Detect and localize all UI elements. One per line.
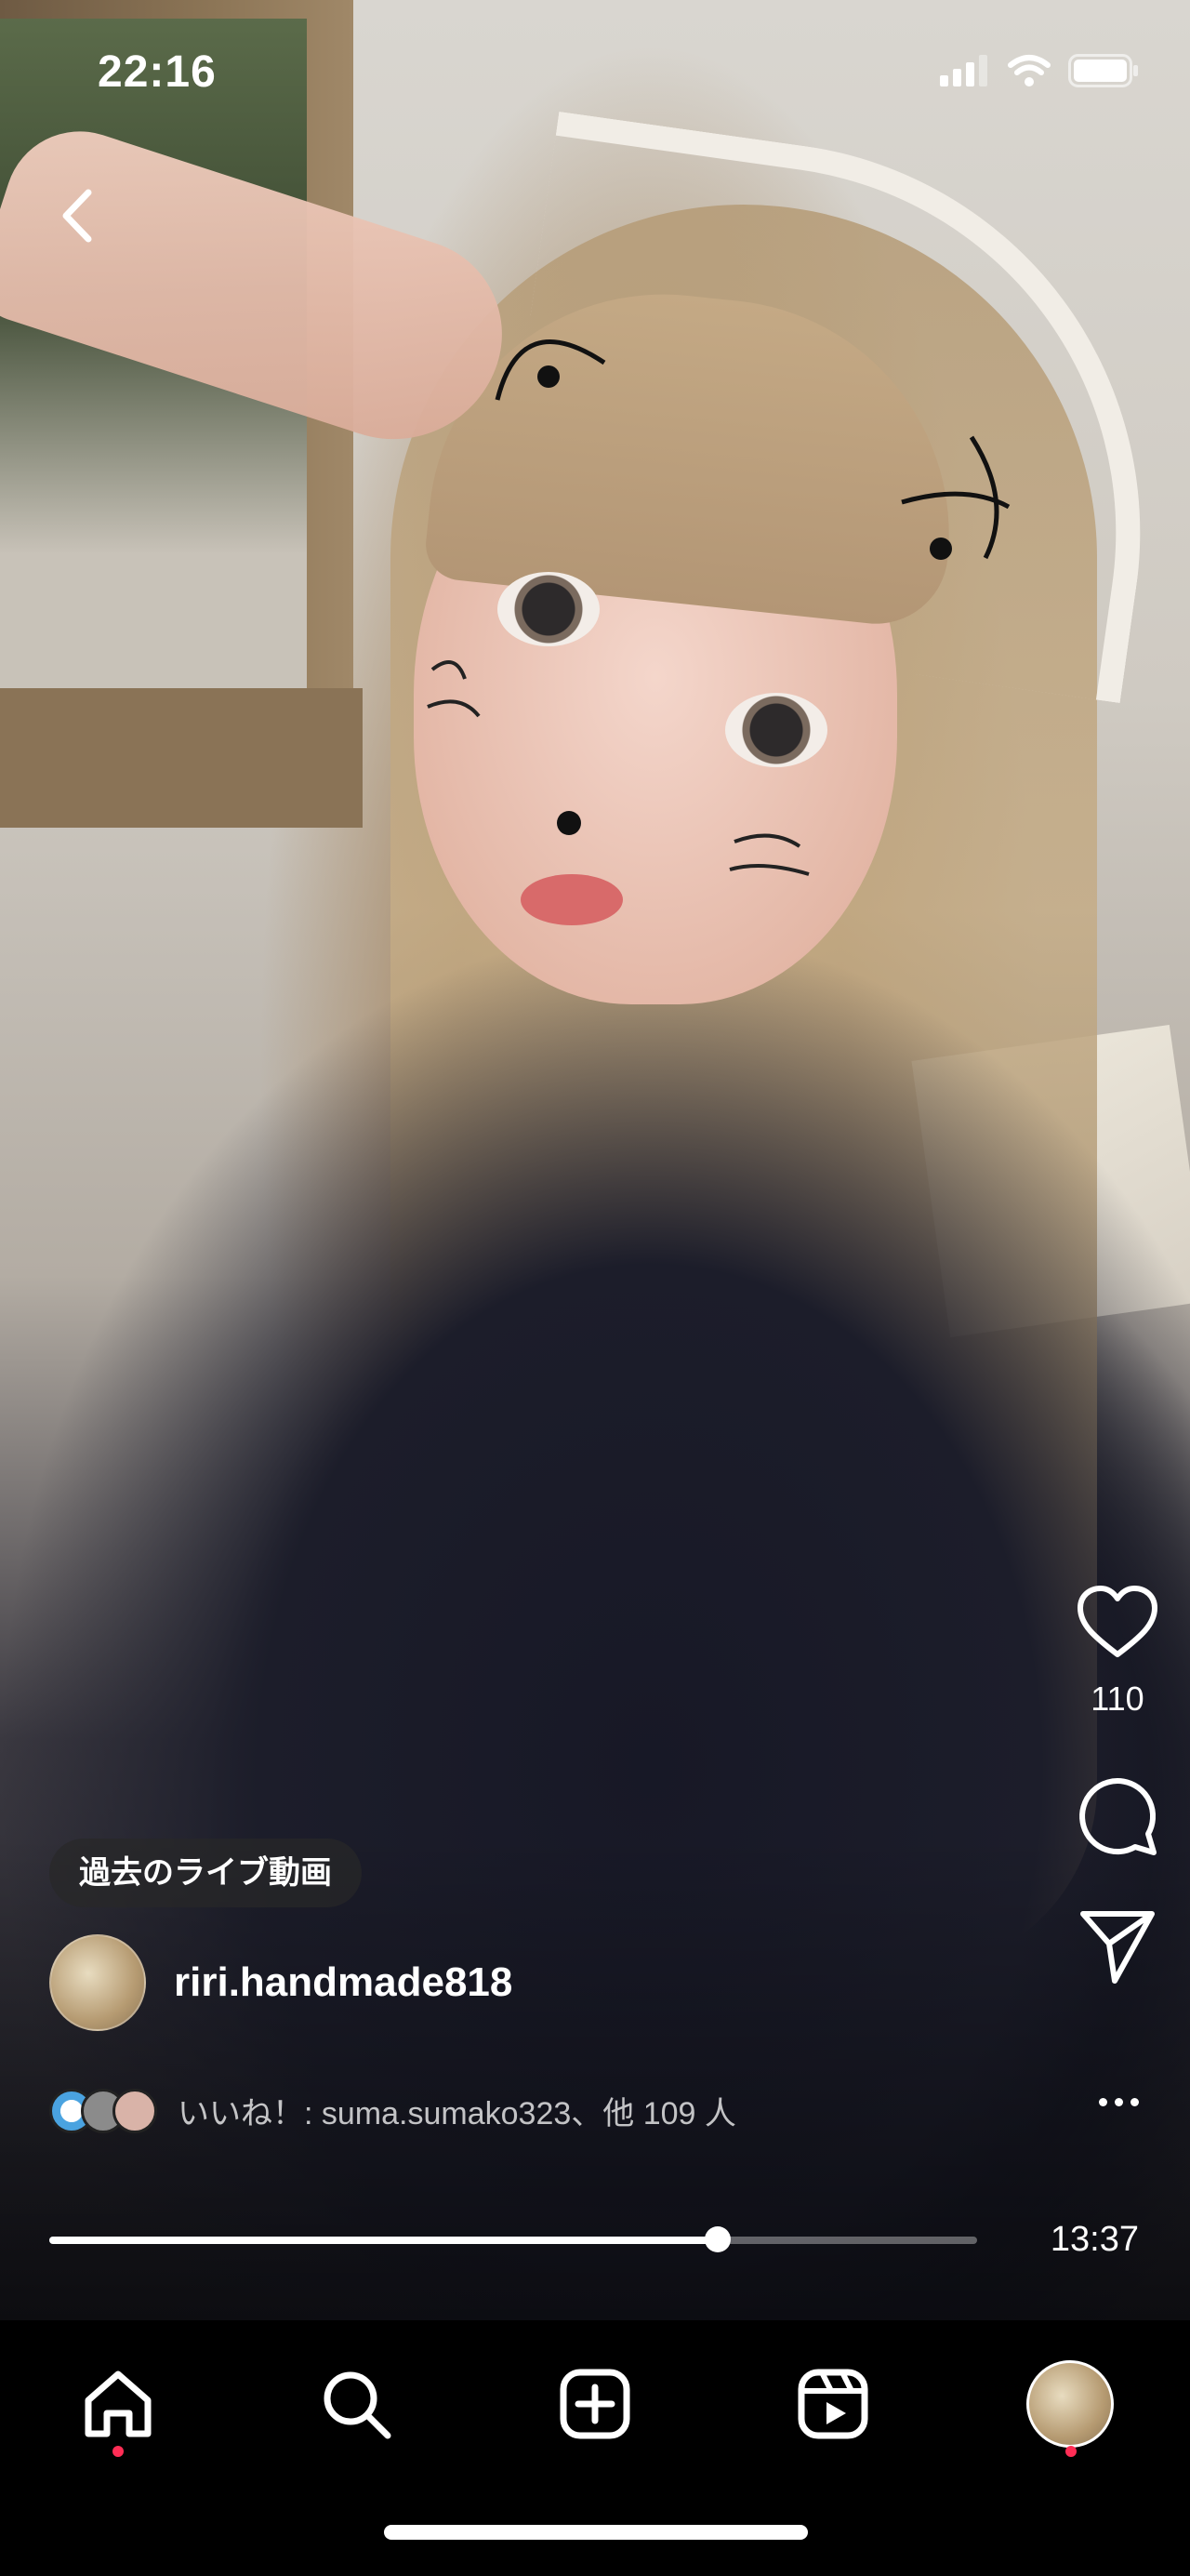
comment-button[interactable] (1076, 1774, 1159, 1858)
share-button[interactable] (1076, 1905, 1159, 1988)
create-icon (560, 2369, 630, 2439)
scrubber-handle[interactable] (704, 2226, 731, 2252)
playback-progress (49, 2237, 718, 2244)
more-horizontal-icon (1098, 2097, 1107, 2106)
home-icon (85, 2370, 152, 2437)
tab-create[interactable] (549, 2357, 641, 2450)
search-icon (324, 2371, 391, 2439)
chevron-left-icon (62, 189, 92, 243)
back-button[interactable] (51, 181, 107, 251)
likes-summary[interactable]: いいね！: suma.sumako323、他 109 人 (49, 2088, 1146, 2133)
send-icon (1080, 1911, 1155, 1984)
past-live-badge: 過去のライブ動画 (49, 1839, 362, 1907)
reels-icon (798, 2369, 868, 2439)
like-button[interactable] (1076, 1581, 1159, 1665)
profile-notification-dot (1065, 2446, 1077, 2457)
tab-reels[interactable] (787, 2357, 879, 2450)
user-avatar[interactable] (49, 1934, 146, 2031)
profile-avatar (1026, 2360, 1114, 2448)
like-count: 110 (1091, 1680, 1144, 1718)
home-notification-dot (112, 2446, 124, 2457)
playback-scrubber[interactable] (49, 2226, 977, 2252)
status-bar: 22:16 (0, 0, 1190, 149)
comment-icon (1079, 1778, 1157, 1855)
more-options-button[interactable] (1091, 2078, 1146, 2125)
cellular-signal-icon (940, 55, 987, 86)
action-rail: 110 (1071, 1581, 1164, 1988)
user-row[interactable]: riri.handmade818 (49, 1934, 512, 2031)
status-time: 22:16 (98, 47, 217, 97)
liker-avatar-3 (112, 2088, 157, 2133)
home-indicator (384, 2525, 808, 2540)
video-duration: 13:37 (1050, 2220, 1139, 2259)
battery-icon (1068, 54, 1138, 87)
wifi-icon (1008, 55, 1051, 86)
tab-search[interactable] (310, 2357, 403, 2450)
username[interactable]: riri.handmade818 (174, 1959, 512, 2006)
tab-home[interactable] (72, 2357, 165, 2450)
tab-profile[interactable] (1024, 2357, 1117, 2450)
likes-text[interactable]: いいね！: suma.sumako323、他 109 人 (178, 2088, 736, 2133)
heart-icon (1078, 1586, 1157, 1657)
